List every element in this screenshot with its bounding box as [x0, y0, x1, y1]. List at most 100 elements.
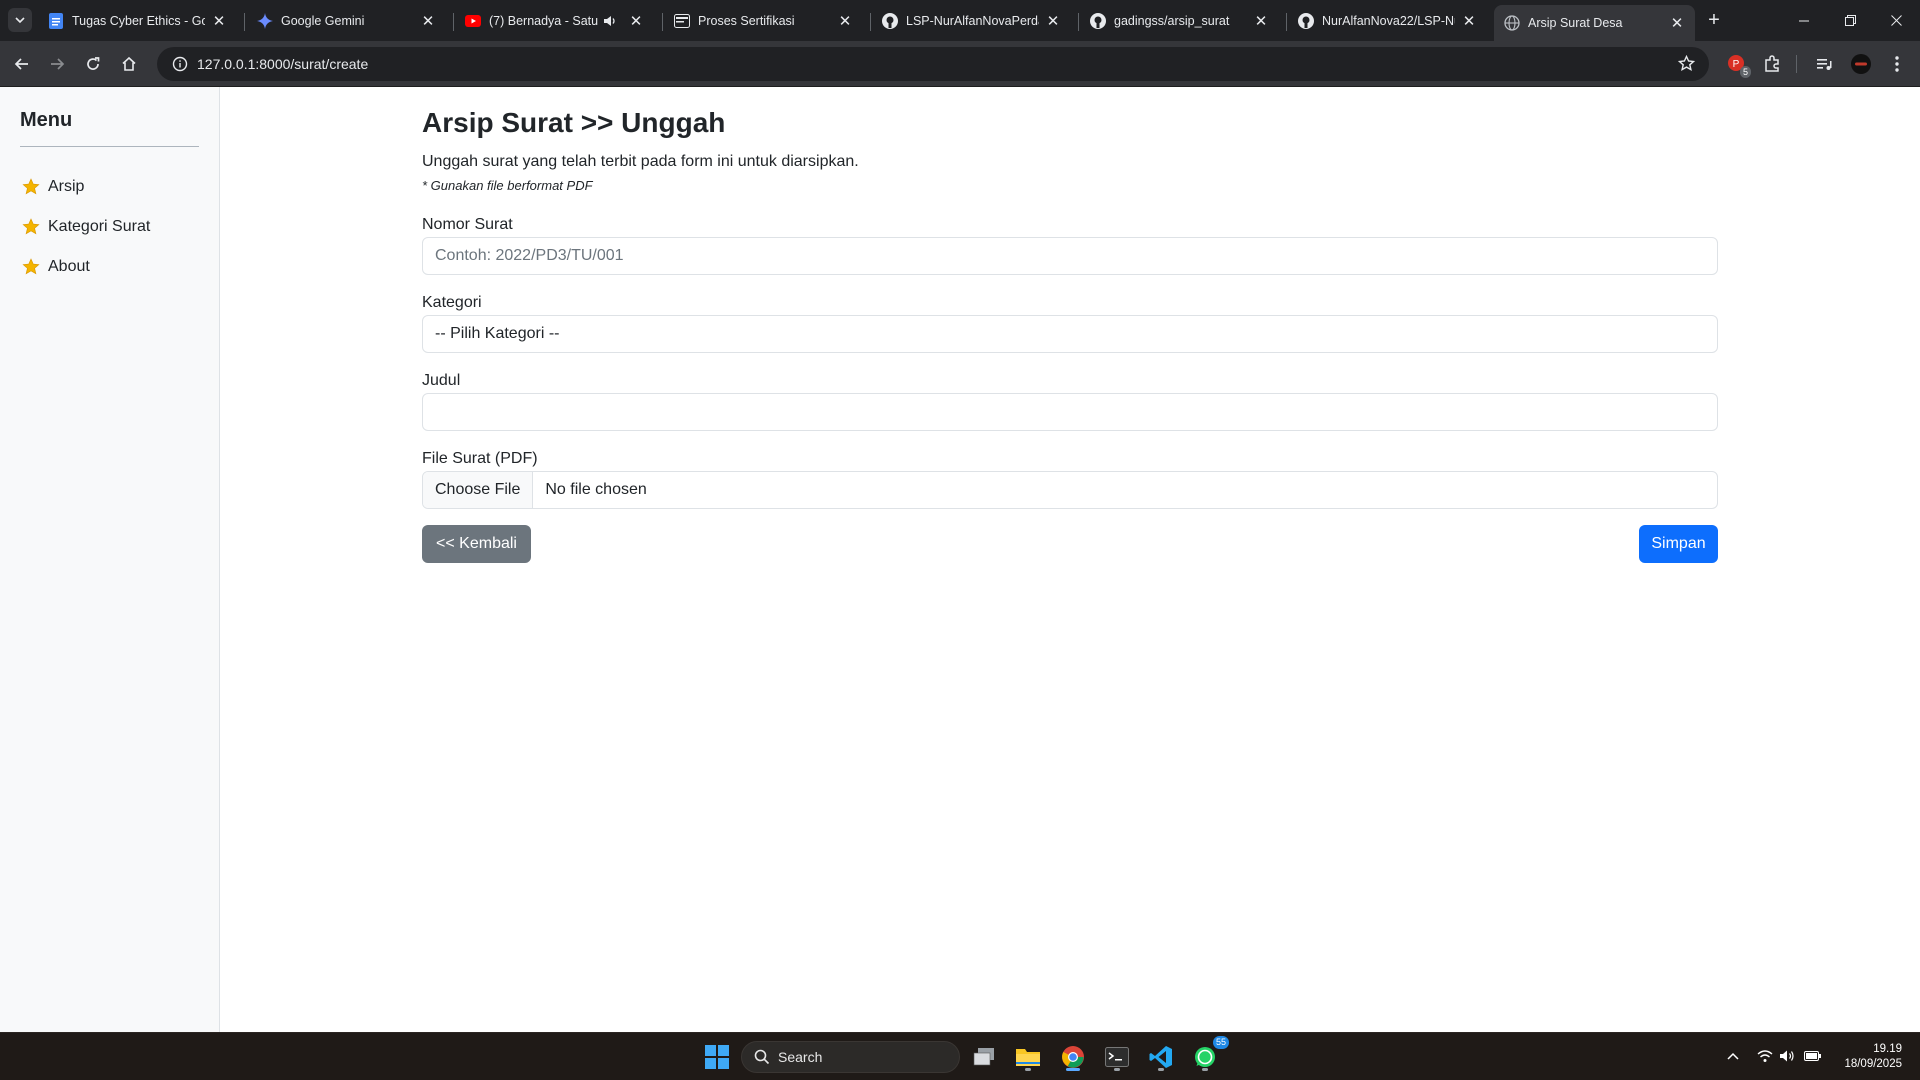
terminal-icon: [1105, 1047, 1129, 1067]
sidebar-item-about[interactable]: About: [22, 255, 90, 279]
chrome-icon: [1062, 1046, 1084, 1068]
github-icon: [882, 13, 898, 29]
arrow-right-icon: [51, 58, 65, 70]
task-view-icon: [973, 1048, 994, 1066]
show-hidden-icons-button[interactable]: [1722, 1045, 1744, 1067]
taskbar-search-box[interactable]: Search: [741, 1041, 960, 1073]
tab-proses-sertifikasi[interactable]: Proses Sertifikasi ✕: [664, 5, 863, 37]
star-icon: [22, 178, 40, 196]
close-icon[interactable]: ✕: [211, 12, 227, 30]
close-icon[interactable]: ✕: [1045, 12, 1061, 30]
start-button[interactable]: [701, 1041, 733, 1073]
tab-title: LSP-NurAlfanNovaPerdana: [906, 14, 1039, 28]
tab-github-nuralfan[interactable]: NurAlfanNova22/LSP-NurAlfan ✕: [1288, 5, 1487, 37]
forward-button[interactable]: [43, 50, 71, 78]
whatsapp-icon: [1195, 1047, 1215, 1067]
vscode-button[interactable]: [1145, 1041, 1177, 1073]
close-icon[interactable]: ✕: [420, 12, 436, 30]
close-icon[interactable]: ✕: [1669, 14, 1685, 32]
kategori-select[interactable]: -- Pilih Kategori --: [422, 315, 1718, 353]
tab-github-arsip-surat[interactable]: gadingss/arsip_surat ✕: [1080, 5, 1279, 37]
gemini-icon: [257, 13, 273, 29]
wifi-icon[interactable]: [1754, 1045, 1776, 1067]
tab-youtube[interactable]: (7) Bernadya - Satu Bulan ✕: [455, 5, 654, 37]
tab-arsip-surat-desa[interactable]: Arsip Surat Desa ✕: [1494, 5, 1695, 41]
close-icon[interactable]: ✕: [1253, 12, 1269, 30]
arrow-left-icon: [14, 58, 28, 70]
site-info-icon[interactable]: [163, 56, 197, 72]
running-indicator: [1202, 1068, 1208, 1071]
tab-title: gadingss/arsip_surat: [1114, 14, 1230, 28]
page-title: Arsip Surat >> Unggah: [422, 107, 726, 138]
whatsapp-button[interactable]: 55: [1189, 1036, 1229, 1073]
vscode-icon: [1149, 1046, 1172, 1068]
choose-file-button[interactable]: Choose File: [423, 472, 534, 508]
minimize-button[interactable]: [1780, 0, 1828, 41]
extension-red-icon[interactable]: P 5: [1725, 52, 1751, 78]
address-bar[interactable]: 127.0.0.1:8000/surat/create: [157, 47, 1709, 81]
chevron-up-icon: [1727, 1052, 1739, 1060]
file-explorer-button[interactable]: [1012, 1041, 1044, 1073]
speaker-icon[interactable]: [602, 13, 618, 29]
tab-divider: [453, 13, 454, 31]
browser-menu-icon[interactable]: [1885, 52, 1909, 76]
system-clock[interactable]: 19.19 18/09/2025: [1844, 1042, 1902, 1072]
new-tab-button[interactable]: +: [1702, 8, 1726, 32]
nomor-surat-label: Nomor Surat: [422, 216, 513, 233]
kembali-button[interactable]: << Kembali: [422, 525, 531, 563]
simpan-button[interactable]: Simpan: [1639, 525, 1718, 563]
close-window-button[interactable]: [1872, 0, 1920, 41]
search-icon: [754, 1049, 770, 1065]
windows-taskbar: Search 55 19.19 18/09/2025: [0, 1032, 1920, 1080]
file-surat-input[interactable]: Choose File No file chosen: [422, 471, 1718, 509]
running-indicator: [1025, 1068, 1031, 1071]
windows-logo-icon: [705, 1045, 729, 1069]
whatsapp-badge: 55: [1212, 1036, 1229, 1049]
page-description: Unggah surat yang telah terbit pada form…: [422, 153, 859, 170]
sidebar-item-label: About: [48, 258, 90, 275]
home-icon: [122, 56, 136, 71]
sidebar-item-arsip[interactable]: Arsip: [22, 175, 84, 199]
nomor-surat-input[interactable]: Contoh: 2022/PD3/TU/001: [422, 237, 1718, 275]
tab-title: Google Gemini: [281, 14, 365, 28]
home-button[interactable]: [115, 50, 143, 78]
tab-google-docs[interactable]: Tugas Cyber Ethics - Google Docs ✕: [38, 5, 237, 37]
back-button[interactable]: [8, 50, 36, 78]
running-indicator: [1158, 1068, 1164, 1071]
tab-search-button[interactable]: [8, 8, 32, 32]
volume-icon[interactable]: [1776, 1045, 1798, 1067]
terminal-button[interactable]: [1101, 1041, 1133, 1073]
tab-divider: [1078, 13, 1079, 31]
sidebar: Menu Arsip Kategori Surat About: [0, 87, 220, 1032]
task-view-button[interactable]: [968, 1041, 1000, 1073]
close-icon[interactable]: ✕: [628, 12, 644, 30]
battery-icon[interactable]: [1802, 1045, 1824, 1067]
github-icon: [1090, 13, 1106, 29]
reload-button[interactable]: [79, 50, 107, 78]
close-icon[interactable]: ✕: [1461, 12, 1477, 30]
nomor-surat-placeholder: Contoh: 2022/PD3/TU/001: [435, 247, 624, 264]
restore-button[interactable]: [1826, 0, 1874, 41]
close-icon[interactable]: ✕: [837, 12, 853, 30]
web-page: Menu Arsip Kategori Surat About Arsip Su…: [0, 87, 1920, 1032]
restore-icon: [1844, 15, 1856, 26]
chrome-taskbar-button[interactable]: [1057, 1041, 1089, 1073]
tab-title: Arsip Surat Desa: [1528, 16, 1623, 30]
svg-text:P: P: [1733, 59, 1740, 70]
file-status: No file chosen: [545, 481, 647, 498]
close-icon: [1890, 15, 1902, 26]
media-control-icon[interactable]: [1812, 52, 1836, 76]
sidebar-item-kategori-surat[interactable]: Kategori Surat: [22, 215, 150, 239]
tab-github-lsp[interactable]: LSP-NurAlfanNovaPerdana ✕: [872, 5, 1071, 37]
tab-divider: [244, 13, 245, 31]
pdf-note: * Gunakan file berformat PDF: [422, 178, 593, 193]
tab-google-gemini[interactable]: Google Gemini ✕: [247, 5, 446, 37]
clock-time: 19.19: [1873, 1043, 1902, 1055]
judul-input[interactable]: [422, 393, 1718, 431]
extensions-puzzle-icon[interactable]: [1760, 52, 1784, 76]
page-icon: [674, 13, 690, 29]
profile-avatar[interactable]: [1849, 52, 1873, 76]
bookmark-star-icon[interactable]: [1677, 54, 1696, 77]
extension-badge: 5: [1739, 66, 1751, 78]
youtube-icon: [465, 13, 481, 29]
